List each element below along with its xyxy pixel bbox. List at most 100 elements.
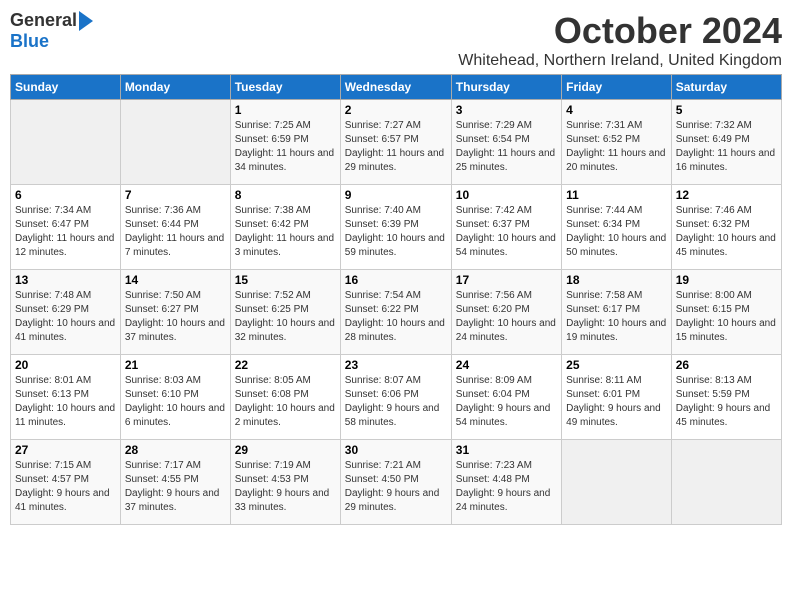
- day-info: Sunrise: 7:29 AM Sunset: 6:54 PM Dayligh…: [456, 119, 557, 175]
- calendar-cell: 14 Sunrise: 7:50 AM Sunset: 6:27 PM Dayli…: [120, 270, 230, 355]
- calendar-cell: 6 Sunrise: 7:34 AM Sunset: 6:47 PM Daylig…: [11, 185, 121, 270]
- calendar-cell: 10 Sunrise: 7:42 AM Sunset: 6:37 PM Dayli…: [451, 185, 561, 270]
- day-number: 30: [345, 443, 447, 457]
- calendar-cell: 19 Sunrise: 8:00 AM Sunset: 6:15 PM Dayli…: [671, 270, 781, 355]
- header: General Blue October 2024 Whitehead, Nor…: [10, 10, 782, 70]
- header-sunday: Sunday: [11, 75, 121, 100]
- day-info: Sunrise: 7:19 AM Sunset: 4:53 PM Dayligh…: [235, 459, 336, 515]
- day-number: 11: [566, 188, 667, 202]
- day-info: Sunrise: 8:11 AM Sunset: 6:01 PM Dayligh…: [566, 374, 667, 430]
- day-number: 16: [345, 273, 447, 287]
- day-number: 29: [235, 443, 336, 457]
- day-number: 26: [676, 358, 777, 372]
- calendar-cell: 11 Sunrise: 7:44 AM Sunset: 6:34 PM Dayli…: [562, 185, 672, 270]
- calendar-cell: 31 Sunrise: 7:23 AM Sunset: 4:48 PM Dayli…: [451, 440, 561, 525]
- calendar-cell: 29 Sunrise: 7:19 AM Sunset: 4:53 PM Dayli…: [230, 440, 340, 525]
- day-info: Sunrise: 7:50 AM Sunset: 6:27 PM Dayligh…: [125, 289, 226, 345]
- day-number: 14: [125, 273, 226, 287]
- day-number: 22: [235, 358, 336, 372]
- day-number: 6: [15, 188, 116, 202]
- calendar-cell: [671, 440, 781, 525]
- calendar-header-row: SundayMondayTuesdayWednesdayThursdayFrid…: [11, 75, 782, 100]
- calendar-cell: 28 Sunrise: 7:17 AM Sunset: 4:55 PM Dayli…: [120, 440, 230, 525]
- day-info: Sunrise: 7:56 AM Sunset: 6:20 PM Dayligh…: [456, 289, 557, 345]
- calendar-cell: 2 Sunrise: 7:27 AM Sunset: 6:57 PM Daylig…: [340, 100, 451, 185]
- calendar-cell: 15Sunrise: 7:52 AM Sunset: 6:25 PM Dayli…: [230, 270, 340, 355]
- day-info: Sunrise: 8:03 AM Sunset: 6:10 PM Dayligh…: [125, 374, 226, 430]
- day-number: 8: [235, 188, 336, 202]
- day-info: Sunrise: 8:13 AM Sunset: 5:59 PM Dayligh…: [676, 374, 777, 430]
- day-number: 9: [345, 188, 447, 202]
- calendar-cell: 1Sunrise: 7:25 AM Sunset: 6:59 PM Daylig…: [230, 100, 340, 185]
- calendar-cell: 18 Sunrise: 7:58 AM Sunset: 6:17 PM Dayli…: [562, 270, 672, 355]
- calendar-week-5: 27 Sunrise: 7:15 AM Sunset: 4:57 PM Dayli…: [11, 440, 782, 525]
- logo-general-text: General: [10, 10, 77, 31]
- day-number: 7: [125, 188, 226, 202]
- day-number: 15: [235, 273, 336, 287]
- day-number: 31: [456, 443, 557, 457]
- calendar-cell: 24Sunrise: 8:09 AM Sunset: 6:04 PM Dayli…: [451, 355, 561, 440]
- day-info: Sunrise: 7:23 AM Sunset: 4:48 PM Dayligh…: [456, 459, 557, 515]
- day-info: Sunrise: 7:38 AM Sunset: 6:42 PM Dayligh…: [235, 204, 336, 260]
- day-info: Sunrise: 7:42 AM Sunset: 6:37 PM Dayligh…: [456, 204, 557, 260]
- calendar-cell: 23Sunrise: 8:07 AM Sunset: 6:06 PM Dayli…: [340, 355, 451, 440]
- day-info: Sunrise: 7:15 AM Sunset: 4:57 PM Dayligh…: [15, 459, 116, 515]
- calendar-week-3: 13 Sunrise: 7:48 AM Sunset: 6:29 PM Dayli…: [11, 270, 782, 355]
- day-info: Sunrise: 7:48 AM Sunset: 6:29 PM Dayligh…: [15, 289, 116, 345]
- day-info: Sunrise: 7:25 AM Sunset: 6:59 PM Dayligh…: [235, 119, 336, 175]
- logo: General Blue: [10, 10, 93, 52]
- header-friday: Friday: [562, 75, 672, 100]
- day-number: 25: [566, 358, 667, 372]
- day-info: Sunrise: 7:40 AM Sunset: 6:39 PM Dayligh…: [345, 204, 447, 260]
- day-number: 2: [345, 103, 447, 117]
- day-number: 13: [15, 273, 116, 287]
- calendar-cell: 17 Sunrise: 7:56 AM Sunset: 6:20 PM Dayli…: [451, 270, 561, 355]
- calendar-cell: [562, 440, 672, 525]
- calendar-cell: 27 Sunrise: 7:15 AM Sunset: 4:57 PM Dayli…: [11, 440, 121, 525]
- day-number: 21: [125, 358, 226, 372]
- calendar-week-2: 6 Sunrise: 7:34 AM Sunset: 6:47 PM Daylig…: [11, 185, 782, 270]
- day-info: Sunrise: 7:46 AM Sunset: 6:32 PM Dayligh…: [676, 204, 777, 260]
- day-number: 18: [566, 273, 667, 287]
- header-monday: Monday: [120, 75, 230, 100]
- day-info: Sunrise: 7:17 AM Sunset: 4:55 PM Dayligh…: [125, 459, 226, 515]
- calendar-cell: 12 Sunrise: 7:46 AM Sunset: 6:32 PM Dayli…: [671, 185, 781, 270]
- day-info: Sunrise: 7:44 AM Sunset: 6:34 PM Dayligh…: [566, 204, 667, 260]
- day-info: Sunrise: 8:01 AM Sunset: 6:13 PM Dayligh…: [15, 374, 116, 430]
- day-info: Sunrise: 8:07 AM Sunset: 6:06 PM Dayligh…: [345, 374, 447, 430]
- calendar-cell: 8 Sunrise: 7:38 AM Sunset: 6:42 PM Daylig…: [230, 185, 340, 270]
- day-number: 17: [456, 273, 557, 287]
- day-number: 28: [125, 443, 226, 457]
- day-number: 12: [676, 188, 777, 202]
- calendar-week-4: 20 Sunrise: 8:01 AM Sunset: 6:13 PM Dayli…: [11, 355, 782, 440]
- day-info: Sunrise: 7:36 AM Sunset: 6:44 PM Dayligh…: [125, 204, 226, 260]
- day-number: 19: [676, 273, 777, 287]
- calendar-cell: 25 Sunrise: 8:11 AM Sunset: 6:01 PM Dayli…: [562, 355, 672, 440]
- calendar-cell: 20 Sunrise: 8:01 AM Sunset: 6:13 PM Dayli…: [11, 355, 121, 440]
- day-info: Sunrise: 7:58 AM Sunset: 6:17 PM Dayligh…: [566, 289, 667, 345]
- day-number: 20: [15, 358, 116, 372]
- day-number: 10: [456, 188, 557, 202]
- day-number: 5: [676, 103, 777, 117]
- day-number: 24: [456, 358, 557, 372]
- calendar-table: SundayMondayTuesdayWednesdayThursdayFrid…: [10, 74, 782, 525]
- header-tuesday: Tuesday: [230, 75, 340, 100]
- calendar-cell: 21 Sunrise: 8:03 AM Sunset: 6:10 PM Dayli…: [120, 355, 230, 440]
- calendar-cell: 7 Sunrise: 7:36 AM Sunset: 6:44 PM Daylig…: [120, 185, 230, 270]
- logo-blue-text: Blue: [10, 31, 49, 52]
- day-info: Sunrise: 7:21 AM Sunset: 4:50 PM Dayligh…: [345, 459, 447, 515]
- calendar-cell: 16 Sunrise: 7:54 AM Sunset: 6:22 PM Dayli…: [340, 270, 451, 355]
- day-info: Sunrise: 7:34 AM Sunset: 6:47 PM Dayligh…: [15, 204, 116, 260]
- day-info: Sunrise: 7:27 AM Sunset: 6:57 PM Dayligh…: [345, 119, 447, 175]
- day-number: 27: [15, 443, 116, 457]
- logo-arrow-icon: [79, 11, 93, 31]
- title-area: October 2024 Whitehead, Northern Ireland…: [458, 10, 782, 70]
- calendar-cell: 4Sunrise: 7:31 AM Sunset: 6:52 PM Daylig…: [562, 100, 672, 185]
- day-info: Sunrise: 8:00 AM Sunset: 6:15 PM Dayligh…: [676, 289, 777, 345]
- calendar-cell: 9 Sunrise: 7:40 AM Sunset: 6:39 PM Daylig…: [340, 185, 451, 270]
- location-subtitle: Whitehead, Northern Ireland, United King…: [458, 52, 782, 70]
- day-info: Sunrise: 7:31 AM Sunset: 6:52 PM Dayligh…: [566, 119, 667, 175]
- day-info: Sunrise: 7:54 AM Sunset: 6:22 PM Dayligh…: [345, 289, 447, 345]
- header-thursday: Thursday: [451, 75, 561, 100]
- calendar-cell: 13 Sunrise: 7:48 AM Sunset: 6:29 PM Dayli…: [11, 270, 121, 355]
